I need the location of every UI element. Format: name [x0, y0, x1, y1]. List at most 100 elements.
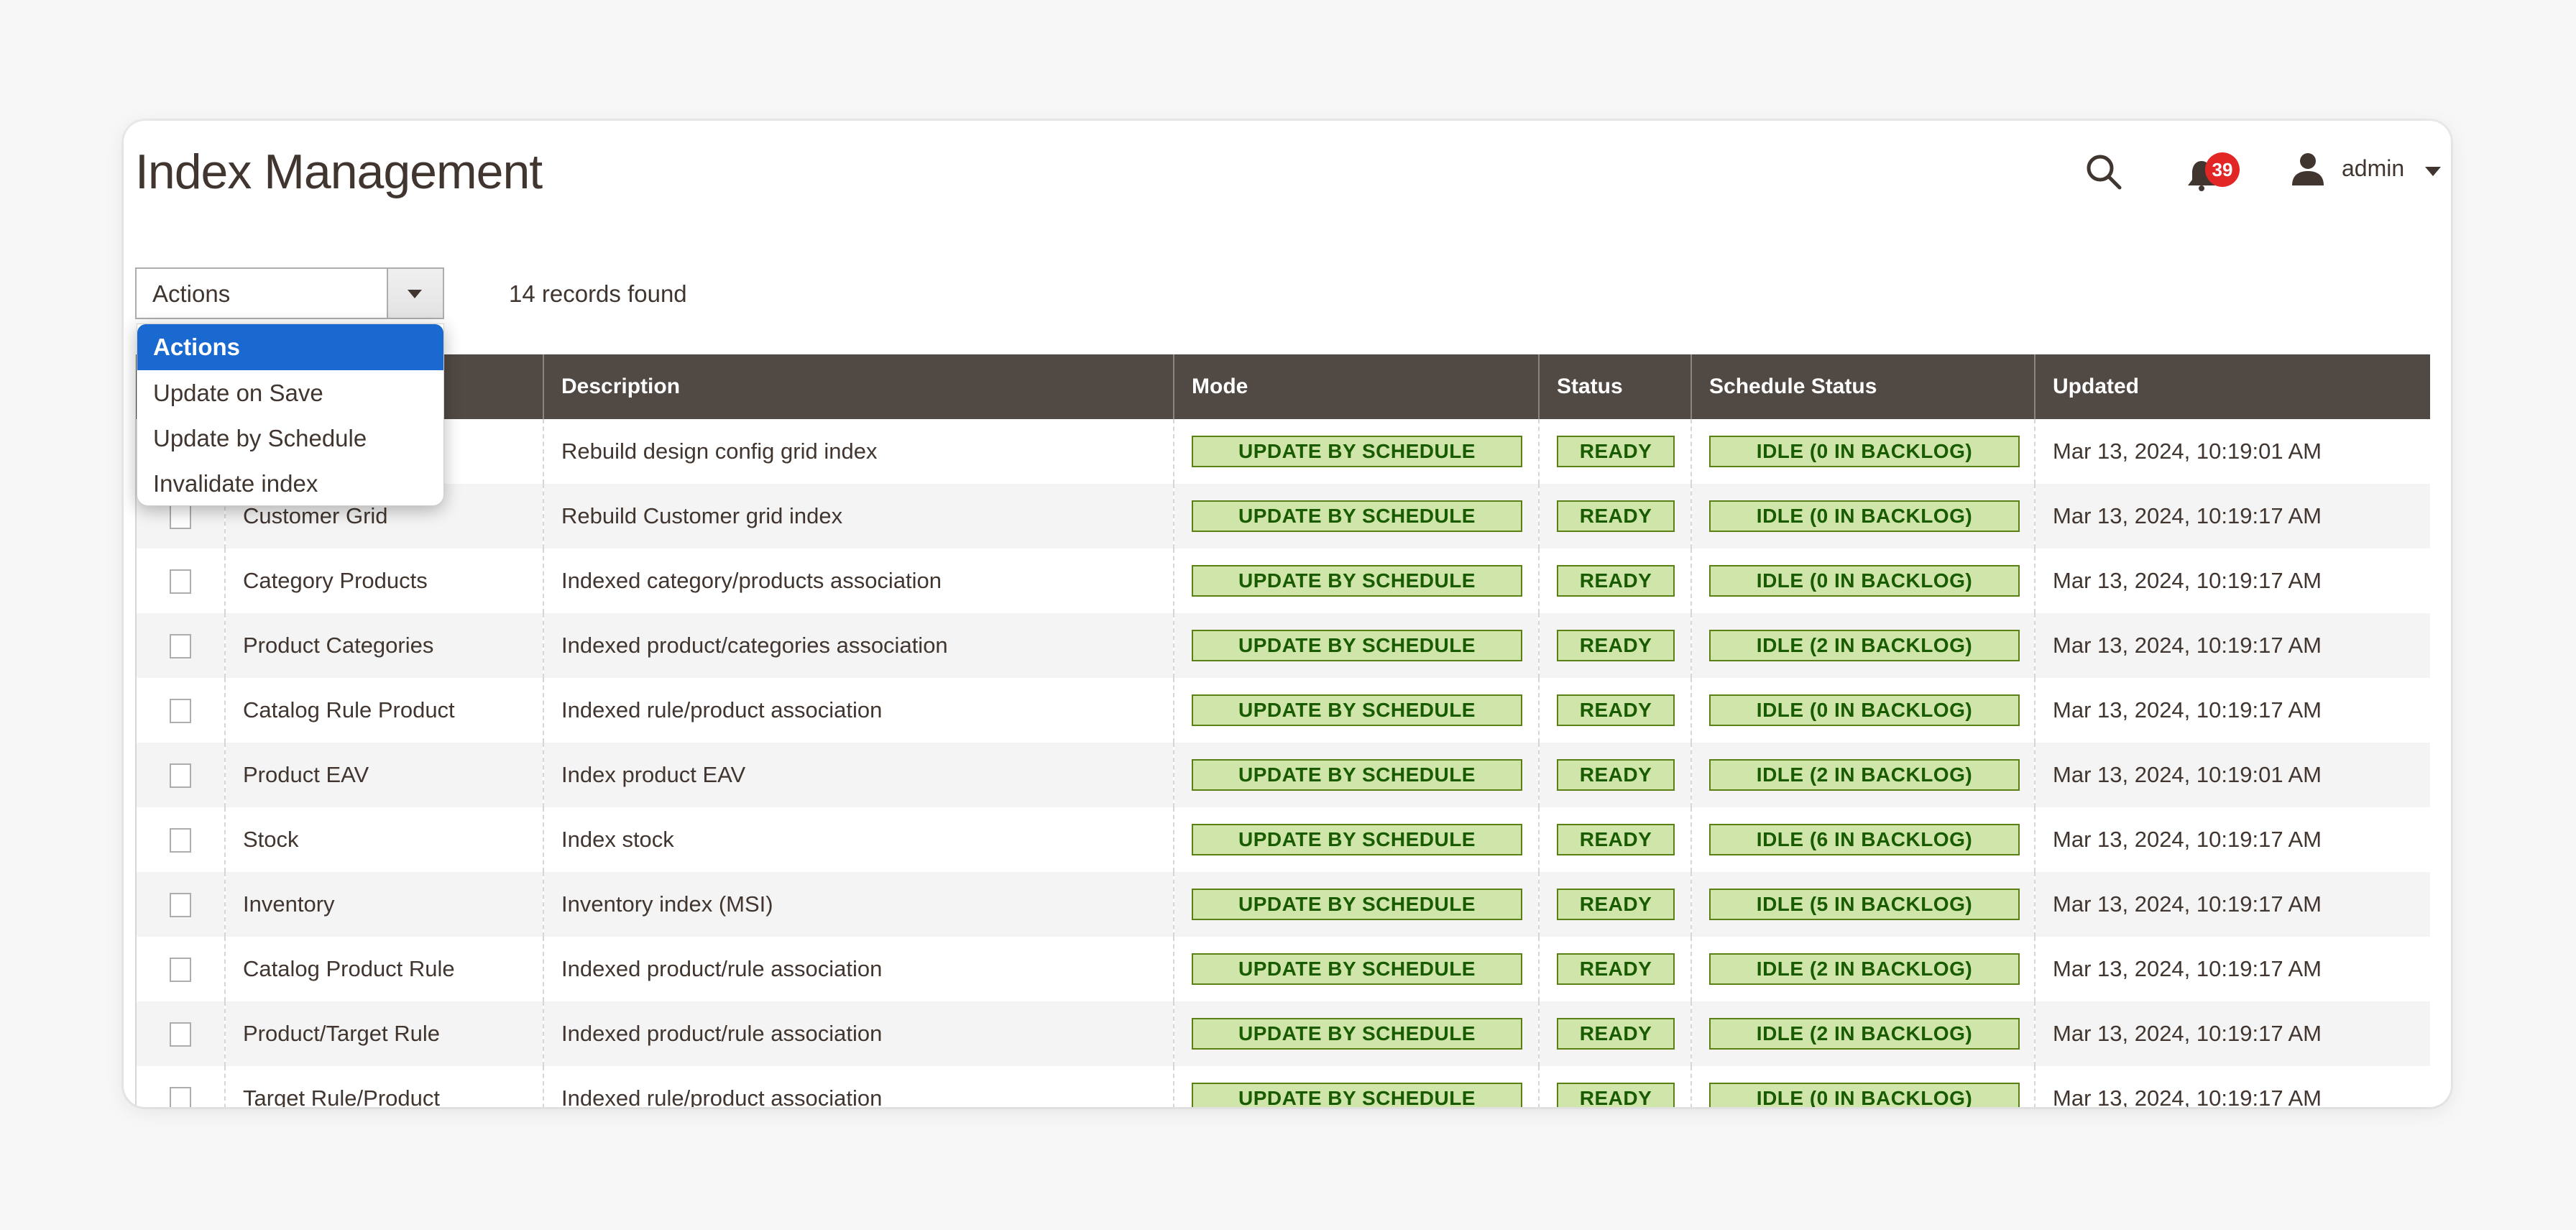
- grid-header-row: Indexer Description Mode Status Schedule…: [136, 354, 2430, 419]
- column-header-description[interactable]: Description: [543, 354, 1174, 419]
- mode-cell: UPDATE BY SCHEDULE: [1173, 419, 1539, 484]
- row-checkbox[interactable]: [170, 699, 191, 724]
- updated-timestamp: Mar 13, 2024, 10:19:17 AM: [2034, 549, 2430, 613]
- row-select-cell: [135, 549, 225, 613]
- updated-timestamp: Mar 13, 2024, 10:19:17 AM: [2034, 484, 2430, 549]
- mode-badge: UPDATE BY SCHEDULE: [1192, 436, 1522, 467]
- table-row[interactable]: Category Products Indexed category/produc…: [135, 549, 2430, 613]
- actions-option-update-by-schedule[interactable]: Update by Schedule: [137, 416, 443, 461]
- table-row[interactable]: Catalog Rule Product Indexed rule/product…: [135, 678, 2430, 743]
- schedule-status-badge: IDLE (5 IN BACKLOG): [1709, 889, 2020, 920]
- schedule-status-cell: IDLE (0 IN BACKLOG): [1690, 484, 2035, 549]
- indexer-name: Inventory: [224, 872, 543, 937]
- indexer-name: Product Categories: [224, 613, 543, 678]
- mode-badge: UPDATE BY SCHEDULE: [1192, 759, 1522, 791]
- user-avatar-icon[interactable]: [2290, 151, 2326, 187]
- column-header-status[interactable]: Status: [1538, 354, 1691, 419]
- indexer-name: Target Rule/Product: [224, 1066, 543, 1107]
- actions-option-update-on-save[interactable]: Update on Save: [137, 370, 443, 416]
- row-checkbox[interactable]: [170, 634, 191, 659]
- schedule-status-cell: IDLE (2 IN BACKLOG): [1690, 613, 2035, 678]
- column-header-schedule-status[interactable]: Schedule Status: [1690, 354, 2035, 419]
- status-badge: READY: [1557, 436, 1675, 467]
- row-select-cell: [135, 613, 225, 678]
- indexer-description: Index stock: [543, 807, 1174, 872]
- indexer-name: Catalog Product Rule: [224, 937, 543, 1001]
- status-cell: READY: [1538, 1066, 1691, 1107]
- row-checkbox[interactable]: [170, 569, 191, 595]
- actions-option-invalidate-index[interactable]: Invalidate index: [137, 461, 443, 505]
- status-cell: READY: [1538, 613, 1691, 678]
- row-checkbox[interactable]: [170, 505, 191, 530]
- actions-option-actions[interactable]: Actions: [137, 324, 443, 370]
- table-row[interactable]: Product/Target Rule Indexed product/rule …: [135, 1001, 2430, 1066]
- indexer-name: Category Products: [224, 549, 543, 613]
- indexer-description: Indexed rule/product association: [543, 1066, 1174, 1107]
- table-row[interactable]: Catalog Product Rule Indexed product/rule…: [135, 937, 2430, 1001]
- schedule-status-badge: IDLE (2 IN BACKLOG): [1709, 1018, 2020, 1050]
- table-row[interactable]: Customer Grid Rebuild Customer grid index…: [135, 484, 2430, 549]
- schedule-status-badge: IDLE (2 IN BACKLOG): [1709, 630, 2020, 661]
- indexer-grid: Indexer Description Mode Status Schedule…: [135, 354, 2430, 1107]
- status-cell: READY: [1538, 807, 1691, 872]
- table-row[interactable]: Stock Index stock UPDATE BY SCHEDULE READY I…: [135, 807, 2430, 872]
- table-row[interactable]: Rebuild design config grid index UPDATE B…: [135, 419, 2430, 484]
- schedule-status-cell: IDLE (0 IN BACKLOG): [1690, 1066, 2035, 1107]
- updated-timestamp: Mar 13, 2024, 10:19:01 AM: [2034, 419, 2430, 484]
- row-checkbox[interactable]: [170, 763, 191, 789]
- table-row[interactable]: Product Categories Indexed product/catego…: [135, 613, 2430, 678]
- column-header-updated[interactable]: Updated: [2034, 354, 2430, 419]
- row-select-cell: [135, 1066, 225, 1107]
- row-select-cell: [135, 807, 225, 872]
- schedule-status-badge: IDLE (0 IN BACKLOG): [1709, 565, 2020, 597]
- mode-cell: UPDATE BY SCHEDULE: [1173, 807, 1539, 872]
- user-menu-name[interactable]: admin: [2342, 155, 2404, 182]
- row-checkbox[interactable]: [170, 893, 191, 918]
- actions-select-toggle[interactable]: [387, 269, 443, 318]
- table-row[interactable]: Product EAV Index product EAV UPDATE BY SC…: [135, 743, 2430, 807]
- table-row[interactable]: Inventory Inventory index (MSI) UPDATE BY …: [135, 872, 2430, 937]
- actions-select[interactable]: Actions: [135, 267, 444, 319]
- row-checkbox[interactable]: [170, 1087, 191, 1107]
- user-menu-caret-icon[interactable]: [2425, 167, 2441, 176]
- status-cell: READY: [1538, 872, 1691, 937]
- updated-timestamp: Mar 13, 2024, 10:19:17 AM: [2034, 1066, 2430, 1107]
- table-row[interactable]: Target Rule/Product Indexed rule/product …: [135, 1066, 2430, 1107]
- schedule-status-cell: IDLE (2 IN BACKLOG): [1690, 743, 2035, 807]
- mode-badge: UPDATE BY SCHEDULE: [1192, 953, 1522, 985]
- mode-cell: UPDATE BY SCHEDULE: [1173, 613, 1539, 678]
- mode-cell: UPDATE BY SCHEDULE: [1173, 937, 1539, 1001]
- schedule-status-cell: IDLE (0 IN BACKLOG): [1690, 678, 2035, 743]
- page-title: Index Management: [135, 144, 543, 199]
- schedule-status-badge: IDLE (2 IN BACKLOG): [1709, 953, 2020, 985]
- mode-badge: UPDATE BY SCHEDULE: [1192, 565, 1522, 597]
- search-icon[interactable]: [2084, 152, 2123, 191]
- status-badge: READY: [1557, 694, 1675, 726]
- updated-timestamp: Mar 13, 2024, 10:19:17 AM: [2034, 678, 2430, 743]
- status-cell: READY: [1538, 549, 1691, 613]
- notifications-button[interactable]: 39: [2185, 152, 2242, 193]
- row-checkbox[interactable]: [170, 958, 191, 983]
- indexer-name: Stock: [224, 807, 543, 872]
- column-header-mode[interactable]: Mode: [1173, 354, 1539, 419]
- status-cell: READY: [1538, 484, 1691, 549]
- schedule-status-badge: IDLE (0 IN BACKLOG): [1709, 694, 2020, 726]
- status-cell: READY: [1538, 678, 1691, 743]
- indexer-name: Product EAV: [224, 743, 543, 807]
- schedule-status-cell: IDLE (0 IN BACKLOG): [1690, 549, 2035, 613]
- mode-cell: UPDATE BY SCHEDULE: [1173, 484, 1539, 549]
- status-badge: READY: [1557, 565, 1675, 597]
- status-cell: READY: [1538, 1001, 1691, 1066]
- status-badge: READY: [1557, 824, 1675, 855]
- schedule-status-badge: IDLE (0 IN BACKLOG): [1709, 1083, 2020, 1107]
- indexer-description: Indexed product/categories association: [543, 613, 1174, 678]
- schedule-status-badge: IDLE (0 IN BACKLOG): [1709, 436, 2020, 467]
- indexer-description: Indexed rule/product association: [543, 678, 1174, 743]
- row-checkbox[interactable]: [170, 1022, 191, 1047]
- actions-dropdown-list: Actions Update on Save Update by Schedul…: [137, 323, 444, 506]
- status-cell: READY: [1538, 419, 1691, 484]
- indexer-name: Catalog Rule Product: [224, 678, 543, 743]
- status-badge: READY: [1557, 1083, 1675, 1107]
- row-select-cell: [135, 872, 225, 937]
- row-checkbox[interactable]: [170, 828, 191, 853]
